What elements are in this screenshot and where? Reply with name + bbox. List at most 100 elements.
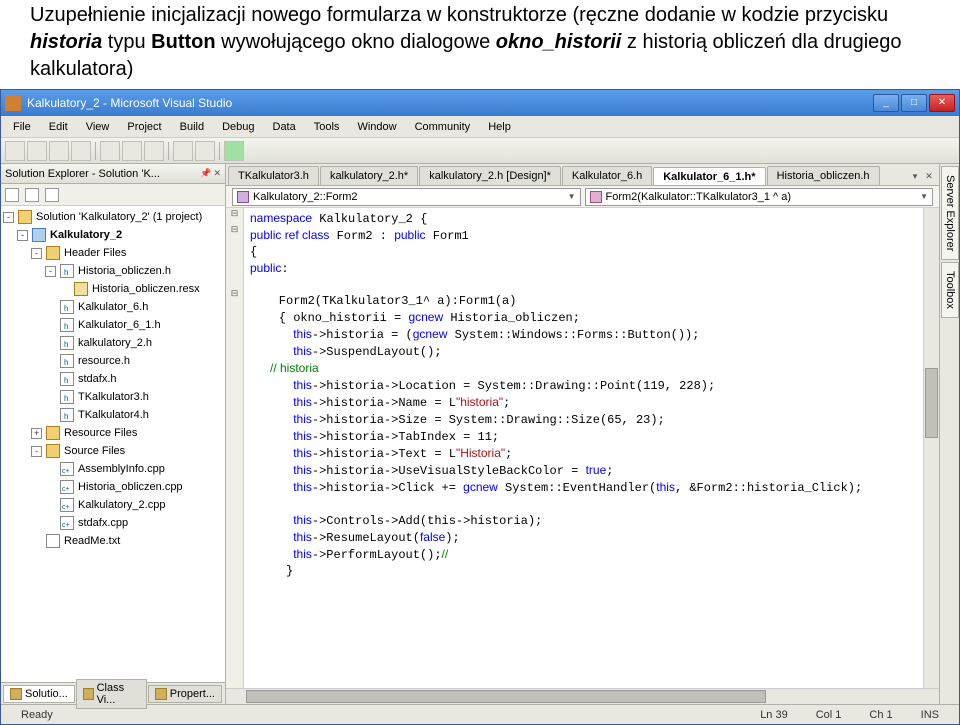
menu-data[interactable]: Data	[265, 119, 304, 135]
menu-tools[interactable]: Tools	[306, 119, 348, 135]
tab-icon	[10, 688, 22, 700]
ic-folder-icon	[46, 246, 60, 260]
expander-icon[interactable]: -	[17, 230, 28, 241]
menu-edit[interactable]: Edit	[41, 119, 76, 135]
tree-item[interactable]: TKalkulator4.h	[3, 406, 223, 424]
status-col: Col 1	[802, 709, 856, 721]
menu-project[interactable]: Project	[119, 119, 169, 135]
method-icon	[590, 191, 602, 203]
panel-close-icon[interactable]: ✕	[213, 168, 221, 179]
expander-icon[interactable]: -	[3, 212, 14, 223]
editor-tab[interactable]: Kalkulator_6.h	[562, 166, 652, 185]
class-icon	[237, 191, 249, 203]
ic-cpp-icon	[60, 516, 74, 530]
menu-community[interactable]: Community	[407, 119, 479, 135]
tree-item[interactable]: - Solution 'Kalkulatory_2' (1 project)	[3, 208, 223, 226]
sidebar-tab[interactable]: Propert...	[148, 685, 222, 703]
tree-item[interactable]: Historia_obliczen.resx	[3, 280, 223, 298]
editor-tab[interactable]: Historia_obliczen.h	[767, 166, 880, 185]
tree-item[interactable]: TKalkulator3.h	[3, 388, 223, 406]
tb-save[interactable]	[49, 141, 69, 161]
dock-tab-server-explorer[interactable]: Server Explorer	[941, 166, 959, 260]
properties-icon[interactable]	[5, 188, 19, 202]
ic-cpp-icon	[60, 498, 74, 512]
tree-item[interactable]: ReadMe.txt	[3, 532, 223, 550]
menu-file[interactable]: File	[5, 119, 39, 135]
tree-item[interactable]: - Historia_obliczen.h	[3, 262, 223, 280]
tree-item[interactable]: + Resource Files	[3, 424, 223, 442]
ic-txt-icon	[46, 534, 60, 548]
scroll-thumb[interactable]	[246, 690, 766, 703]
tb-start[interactable]	[224, 141, 244, 161]
tree-item[interactable]: kalkulatory_2.h	[3, 334, 223, 352]
horizontal-scrollbar[interactable]	[226, 688, 939, 704]
tb-copy[interactable]	[122, 141, 142, 161]
maximize-button[interactable]: □	[901, 94, 927, 112]
expander-icon[interactable]: +	[31, 428, 42, 439]
tb-undo[interactable]	[173, 141, 193, 161]
scope-combo[interactable]: Kalkulatory_2::Form2▼	[232, 188, 581, 206]
ic-h-icon	[60, 372, 74, 386]
tb-cut[interactable]	[100, 141, 120, 161]
menu-view[interactable]: View	[78, 119, 118, 135]
status-line: Ln 39	[746, 709, 802, 721]
app-icon	[5, 95, 21, 111]
vertical-scrollbar[interactable]	[923, 208, 939, 688]
ic-h-icon	[60, 318, 74, 332]
member-combo[interactable]: Form2(Kalkulator::TKalkulator3_1 ^ a)▼	[585, 188, 934, 206]
ic-h-icon	[60, 390, 74, 404]
menu-build[interactable]: Build	[172, 119, 212, 135]
solution-explorer-panel: Solution Explorer - Solution 'K... 📌✕ - …	[1, 164, 226, 704]
showall-icon[interactable]	[25, 188, 39, 202]
tree-item[interactable]: stdafx.cpp	[3, 514, 223, 532]
tree-item[interactable]: - Kalkulatory_2	[3, 226, 223, 244]
tb-new[interactable]	[5, 141, 25, 161]
scroll-thumb[interactable]	[925, 368, 938, 438]
tab-dropdown-icon[interactable]: ▾	[909, 171, 921, 183]
tb-saveall[interactable]	[71, 141, 91, 161]
tb-paste[interactable]	[144, 141, 164, 161]
tree-item[interactable]: stdafx.h	[3, 370, 223, 388]
outline-gutter[interactable]: ⊟⊟ ⊟	[226, 208, 244, 688]
tree-item[interactable]: - Header Files	[3, 244, 223, 262]
sidebar-tab[interactable]: Solutio...	[3, 685, 75, 703]
tree-item[interactable]: Kalkulator_6.h	[3, 298, 223, 316]
editor-tab[interactable]: kalkulatory_2.h*	[320, 166, 418, 185]
dock-tab-toolbox[interactable]: Toolbox	[941, 262, 959, 318]
tree-item[interactable]: Historia_obliczen.cpp	[3, 478, 223, 496]
menu-help[interactable]: Help	[480, 119, 519, 135]
minimize-button[interactable]: _	[873, 94, 899, 112]
sidebar-tab[interactable]: Class Vi...	[76, 679, 147, 709]
page-description: Uzupełnienie inicjalizacji nowego formul…	[0, 0, 960, 89]
ic-cpp-icon	[60, 480, 74, 494]
solution-toolbar	[1, 184, 225, 206]
ic-prj-icon	[32, 228, 46, 242]
refresh-icon[interactable]	[45, 188, 59, 202]
editor-tab[interactable]: TKalkulator3.h	[228, 166, 319, 185]
expander-icon[interactable]: -	[45, 266, 56, 277]
code-editor[interactable]: namespace Kalkulatory_2 { public ref cla…	[244, 208, 923, 688]
pin-icon[interactable]: 📌	[200, 168, 211, 179]
tb-redo[interactable]	[195, 141, 215, 161]
editor-context-bar: Kalkulatory_2::Form2▼ Form2(Kalkulator::…	[226, 186, 939, 208]
tree-item[interactable]: Kalkulator_6_1.h	[3, 316, 223, 334]
expander-icon[interactable]: -	[31, 446, 42, 457]
tab-close-icon[interactable]: ✕	[923, 171, 935, 183]
menu-debug[interactable]: Debug	[214, 119, 262, 135]
solution-tree[interactable]: - Solution 'Kalkulatory_2' (1 project) -…	[1, 206, 225, 682]
tree-item[interactable]: Kalkulatory_2.cpp	[3, 496, 223, 514]
tree-item[interactable]: resource.h	[3, 352, 223, 370]
titlebar[interactable]: Kalkulatory_2 - Microsoft Visual Studio …	[1, 90, 959, 116]
editor-tab[interactable]: Kalkulator_6_1.h*	[653, 167, 765, 186]
tab-icon	[155, 688, 167, 700]
tb-open[interactable]	[27, 141, 47, 161]
menu-window[interactable]: Window	[349, 119, 404, 135]
close-button[interactable]: ✕	[929, 94, 955, 112]
tree-item[interactable]: - Source Files	[3, 442, 223, 460]
expander-icon[interactable]: -	[31, 248, 42, 259]
status-ch: Ch 1	[855, 709, 906, 721]
vs-window: Kalkulatory_2 - Microsoft Visual Studio …	[0, 89, 960, 725]
tree-item[interactable]: AssemblyInfo.cpp	[3, 460, 223, 478]
editor-tab[interactable]: kalkulatory_2.h [Design]*	[419, 166, 561, 185]
solution-explorer-title[interactable]: Solution Explorer - Solution 'K... 📌✕	[1, 164, 225, 184]
